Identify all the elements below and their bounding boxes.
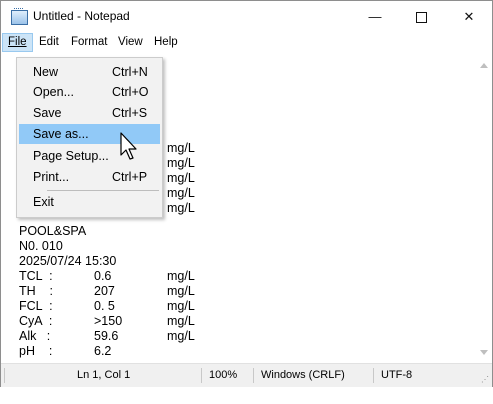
status-divider bbox=[201, 368, 202, 383]
status-divider bbox=[373, 368, 374, 383]
menu-file[interactable]: File bbox=[2, 33, 33, 52]
text-fragment: >150 bbox=[94, 314, 123, 328]
text-fragment: mg/L bbox=[167, 299, 195, 313]
menu-separator bbox=[47, 190, 159, 191]
mouse-pointer-icon bbox=[120, 132, 137, 160]
text-fragment: TH : bbox=[19, 284, 54, 298]
resize-grip-icon[interactable]: ⋰ bbox=[481, 375, 489, 384]
menu-item-shortcut: Ctrl+P bbox=[112, 170, 148, 184]
menu-format[interactable]: Format bbox=[66, 33, 112, 52]
notepad-window: Untitled - Notepad — ✕ File Edit Format … bbox=[0, 0, 493, 387]
status-encoding: UTF-8 bbox=[381, 369, 413, 381]
text-fragment: mg/L bbox=[167, 141, 195, 155]
menu-bar: File Edit Format View Help bbox=[1, 33, 492, 53]
menu-item-print[interactable]: Print... Ctrl+P bbox=[19, 167, 160, 187]
text-line: TCL : 0.6 mg/L bbox=[19, 269, 195, 284]
title-bar: Untitled - Notepad — ✕ bbox=[1, 1, 492, 33]
text-fragment: 2025/07/24 15:30 bbox=[19, 254, 117, 268]
text-fragment: TCL : bbox=[19, 269, 53, 283]
text-fragment: mg/L bbox=[167, 186, 195, 200]
text-fragment: mg/L bbox=[167, 314, 195, 328]
menu-item-label: Page Setup... bbox=[33, 149, 109, 163]
text-fragment: mg/L bbox=[167, 269, 195, 283]
maximize-icon bbox=[415, 12, 427, 24]
menu-item-label: Print... bbox=[33, 170, 70, 184]
menu-view[interactable]: View bbox=[113, 33, 148, 52]
menu-item-save[interactable]: Save Ctrl+S bbox=[19, 103, 160, 123]
menu-item-shortcut: Ctrl+S bbox=[112, 106, 148, 120]
text-fragment: POOL&SPA bbox=[19, 224, 87, 238]
text-fragment: 0. 5 bbox=[94, 299, 115, 313]
status-cursor-position: Ln 1, Col 1 bbox=[77, 369, 131, 381]
status-line-ending: Windows (CRLF) bbox=[261, 369, 345, 381]
text-fragment: 59.6 bbox=[94, 329, 119, 343]
menu-item-label: Save as... bbox=[33, 127, 89, 141]
text-fragment: mg/L bbox=[167, 156, 195, 170]
text-line: TH : 207 mg/L bbox=[19, 284, 195, 299]
text-line: Alk : 59.6 mg/L bbox=[19, 329, 195, 344]
menu-item-label: New bbox=[33, 65, 59, 79]
vertical-scrollbar[interactable] bbox=[476, 53, 492, 363]
text-fragment: mg/L bbox=[167, 329, 195, 343]
minimize-button[interactable]: — bbox=[352, 1, 398, 33]
menu-item-open[interactable]: Open... Ctrl+O bbox=[19, 82, 160, 102]
text-fragment: 6.2 bbox=[94, 344, 112, 358]
text-fragment: 207 bbox=[94, 284, 115, 298]
menu-item-new[interactable]: New Ctrl+N bbox=[19, 62, 160, 82]
menu-item-shortcut: Ctrl+O bbox=[112, 85, 149, 99]
window-title: Untitled - Notepad bbox=[33, 9, 130, 23]
menu-edit[interactable]: Edit bbox=[34, 33, 64, 52]
menu-item-label: Exit bbox=[33, 195, 54, 209]
maximize-button[interactable] bbox=[398, 1, 444, 33]
status-zoom: 100% bbox=[209, 369, 238, 381]
notepad-icon bbox=[11, 8, 28, 25]
text-line: FCL : 0. 5 mg/L bbox=[19, 299, 195, 314]
menu-item-label: Open... bbox=[33, 85, 74, 99]
text-fragment: mg/L bbox=[167, 284, 195, 298]
status-divider bbox=[253, 368, 254, 383]
text-fragment: CyA : bbox=[19, 314, 53, 328]
menu-item-shortcut: Ctrl+N bbox=[112, 65, 148, 79]
status-divider bbox=[4, 368, 5, 383]
text-line: pH : 6.2 bbox=[19, 344, 111, 359]
text-fragment: N0. 010 bbox=[19, 239, 63, 253]
text-fragment: Alk : bbox=[19, 329, 51, 343]
scroll-down-icon[interactable] bbox=[480, 350, 488, 355]
status-bar: Ln 1, Col 1 100% Windows (CRLF) UTF-8 ⋰ bbox=[1, 363, 492, 387]
text-fragment: mg/L bbox=[167, 201, 195, 215]
text-fragment: pH : bbox=[19, 344, 53, 358]
menu-help[interactable]: Help bbox=[149, 33, 183, 52]
menu-item-label: Save bbox=[33, 106, 62, 120]
menu-file-label: File bbox=[8, 36, 27, 48]
text-line: CyA : >150 mg/L bbox=[19, 314, 195, 329]
menu-item-exit[interactable]: Exit bbox=[19, 192, 160, 212]
close-button[interactable]: ✕ bbox=[446, 1, 492, 33]
text-fragment: 0.6 bbox=[94, 269, 112, 283]
scroll-up-icon[interactable] bbox=[480, 63, 488, 68]
text-fragment: mg/L bbox=[167, 171, 195, 185]
text-fragment: FCL : bbox=[19, 299, 53, 313]
